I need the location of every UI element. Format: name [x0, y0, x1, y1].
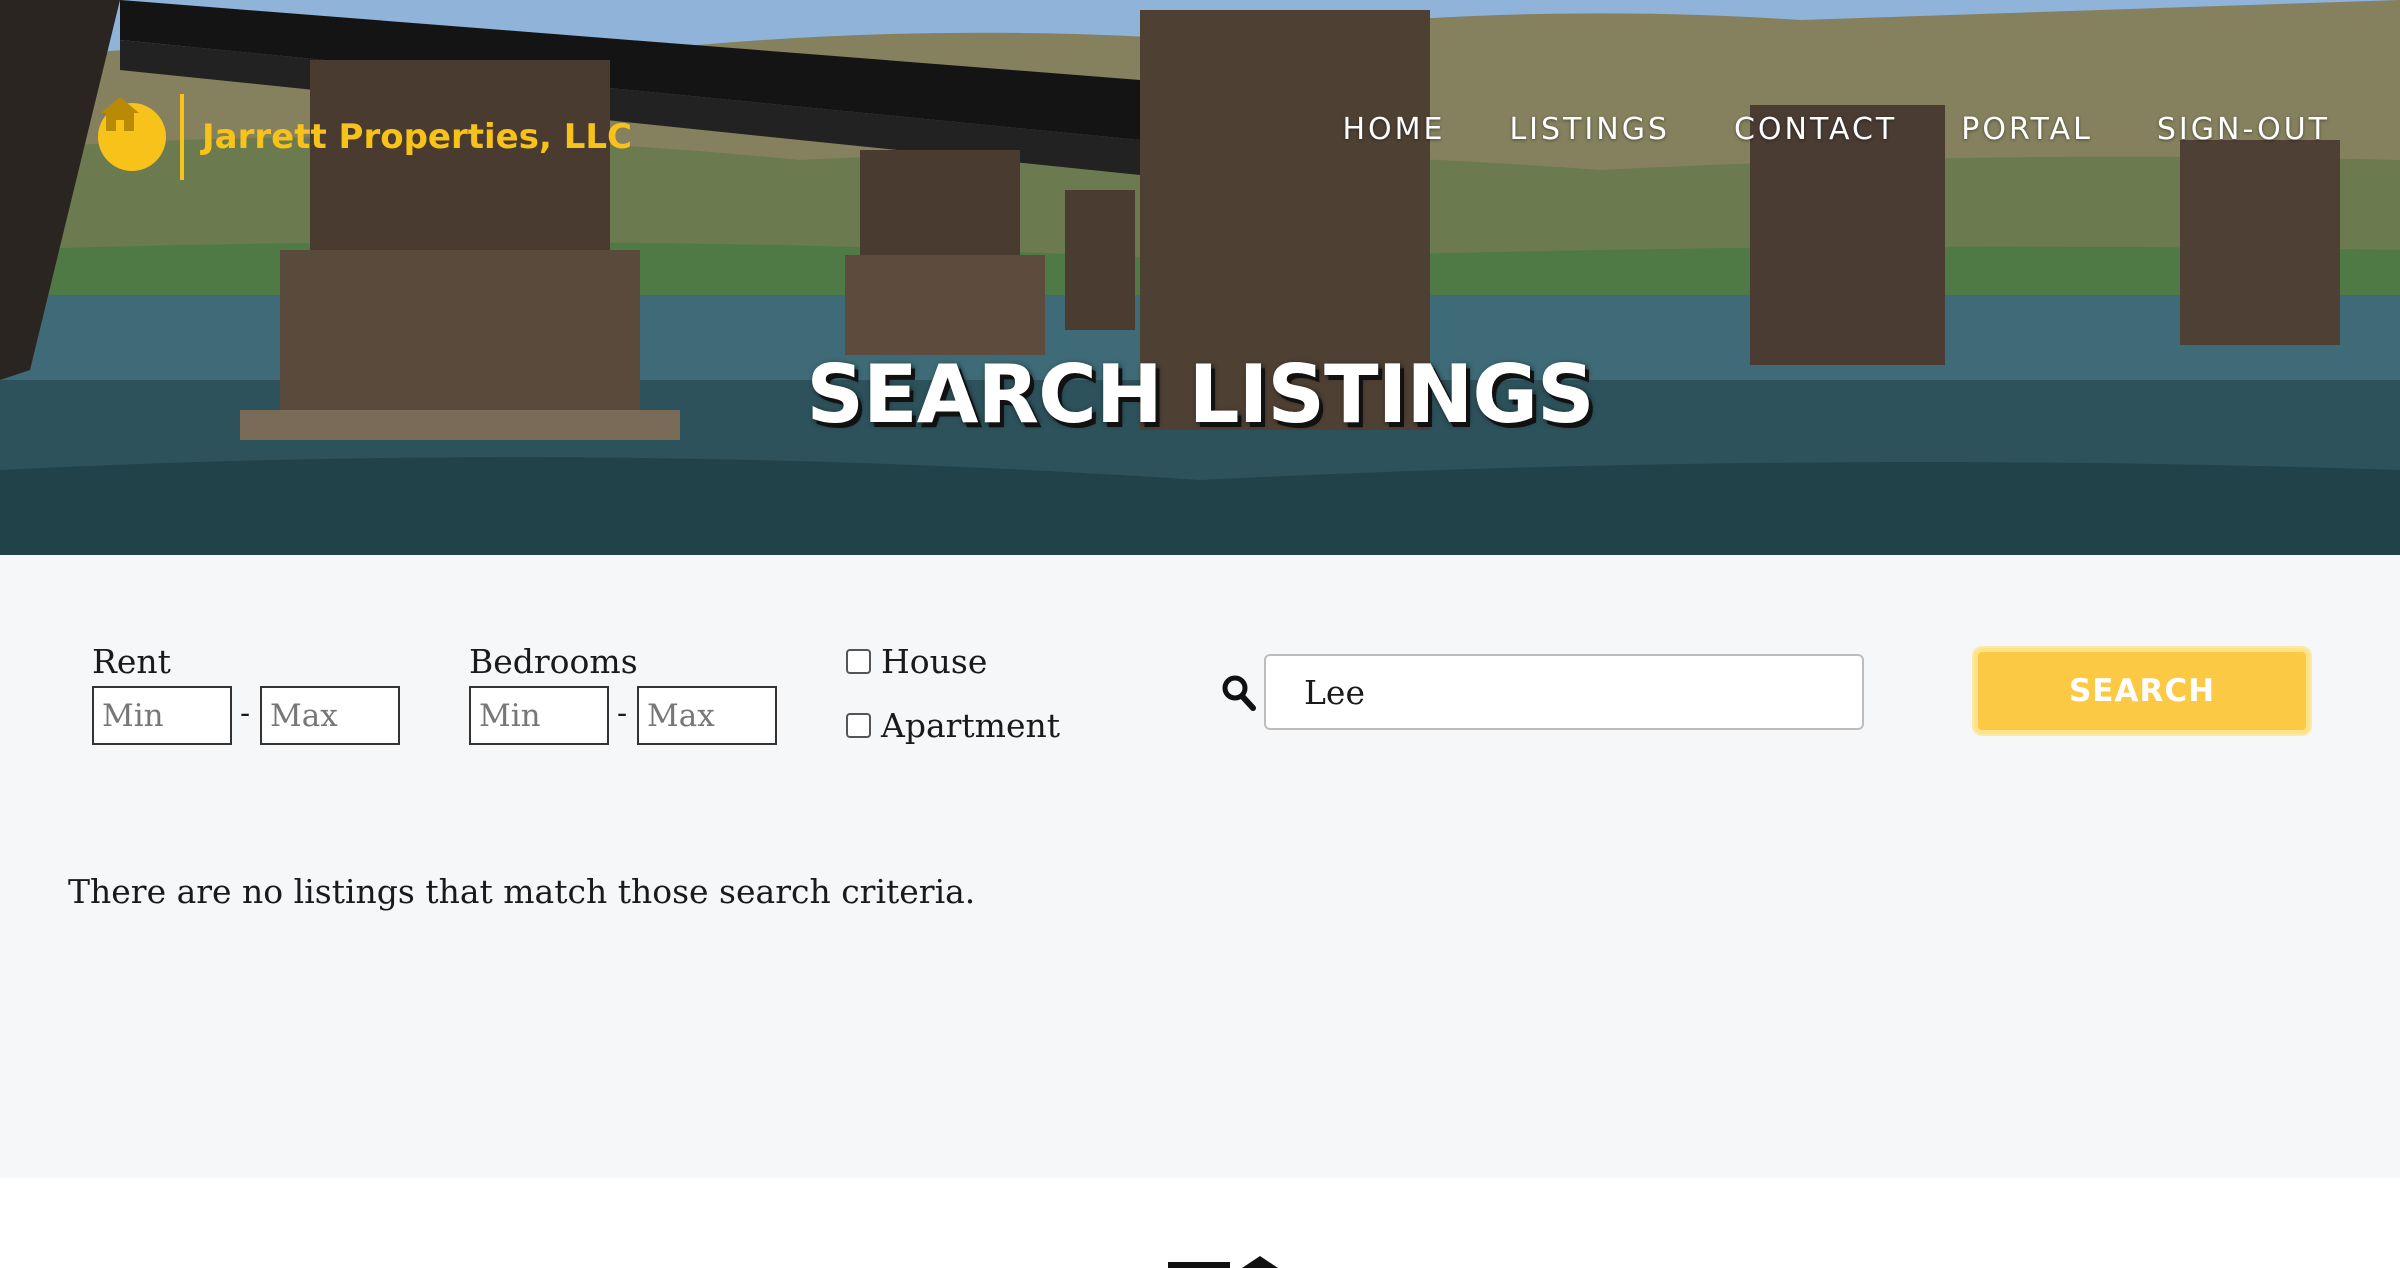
- house-icon: [98, 97, 166, 171]
- bedrooms-separator: -: [617, 696, 628, 731]
- house-checkbox[interactable]: [846, 649, 871, 674]
- apartment-checkbox[interactable]: [846, 713, 871, 738]
- footer: [0, 1178, 2400, 1268]
- rent-separator: -: [240, 696, 251, 731]
- rent-max-input[interactable]: [260, 686, 400, 745]
- apartment-checkbox-row[interactable]: Apartment: [846, 706, 1060, 745]
- brand-divider: [180, 94, 184, 180]
- nav-home[interactable]: HOME: [1342, 112, 1445, 147]
- hero-banner: Jarrett Properties, LLC HOME LISTINGS CO…: [0, 0, 2400, 555]
- search-icon: [1222, 675, 1256, 711]
- page-title: SEARCH LISTINGS: [806, 348, 1594, 441]
- house-checkbox-row[interactable]: House: [846, 642, 987, 681]
- brand-name: Jarrett Properties, LLC: [202, 117, 632, 157]
- rent-label: Rent: [92, 642, 171, 681]
- bedrooms-min-input[interactable]: [469, 686, 609, 745]
- bedrooms-max-input[interactable]: [637, 686, 777, 745]
- nav-sign-out[interactable]: SIGN-OUT: [2157, 112, 2330, 147]
- hero-background-image: [0, 0, 2400, 555]
- footer-logo-icon: [1168, 1256, 1278, 1268]
- apartment-label: Apartment: [881, 706, 1061, 745]
- nav-contact[interactable]: CONTACT: [1734, 112, 1897, 147]
- brand[interactable]: Jarrett Properties, LLC: [98, 94, 632, 180]
- bedrooms-label: Bedrooms: [469, 642, 638, 681]
- main-nav: HOME LISTINGS CONTACT PORTAL SIGN-OUT: [1342, 112, 2330, 147]
- nav-portal[interactable]: PORTAL: [1961, 112, 2093, 147]
- search-button[interactable]: SEARCH: [1974, 648, 2310, 734]
- rent-min-input[interactable]: [92, 686, 232, 745]
- empty-results-message: There are no listings that match those s…: [68, 872, 976, 911]
- house-label: House: [881, 642, 988, 681]
- nav-listings[interactable]: LISTINGS: [1509, 112, 1670, 147]
- search-input[interactable]: [1264, 654, 1864, 730]
